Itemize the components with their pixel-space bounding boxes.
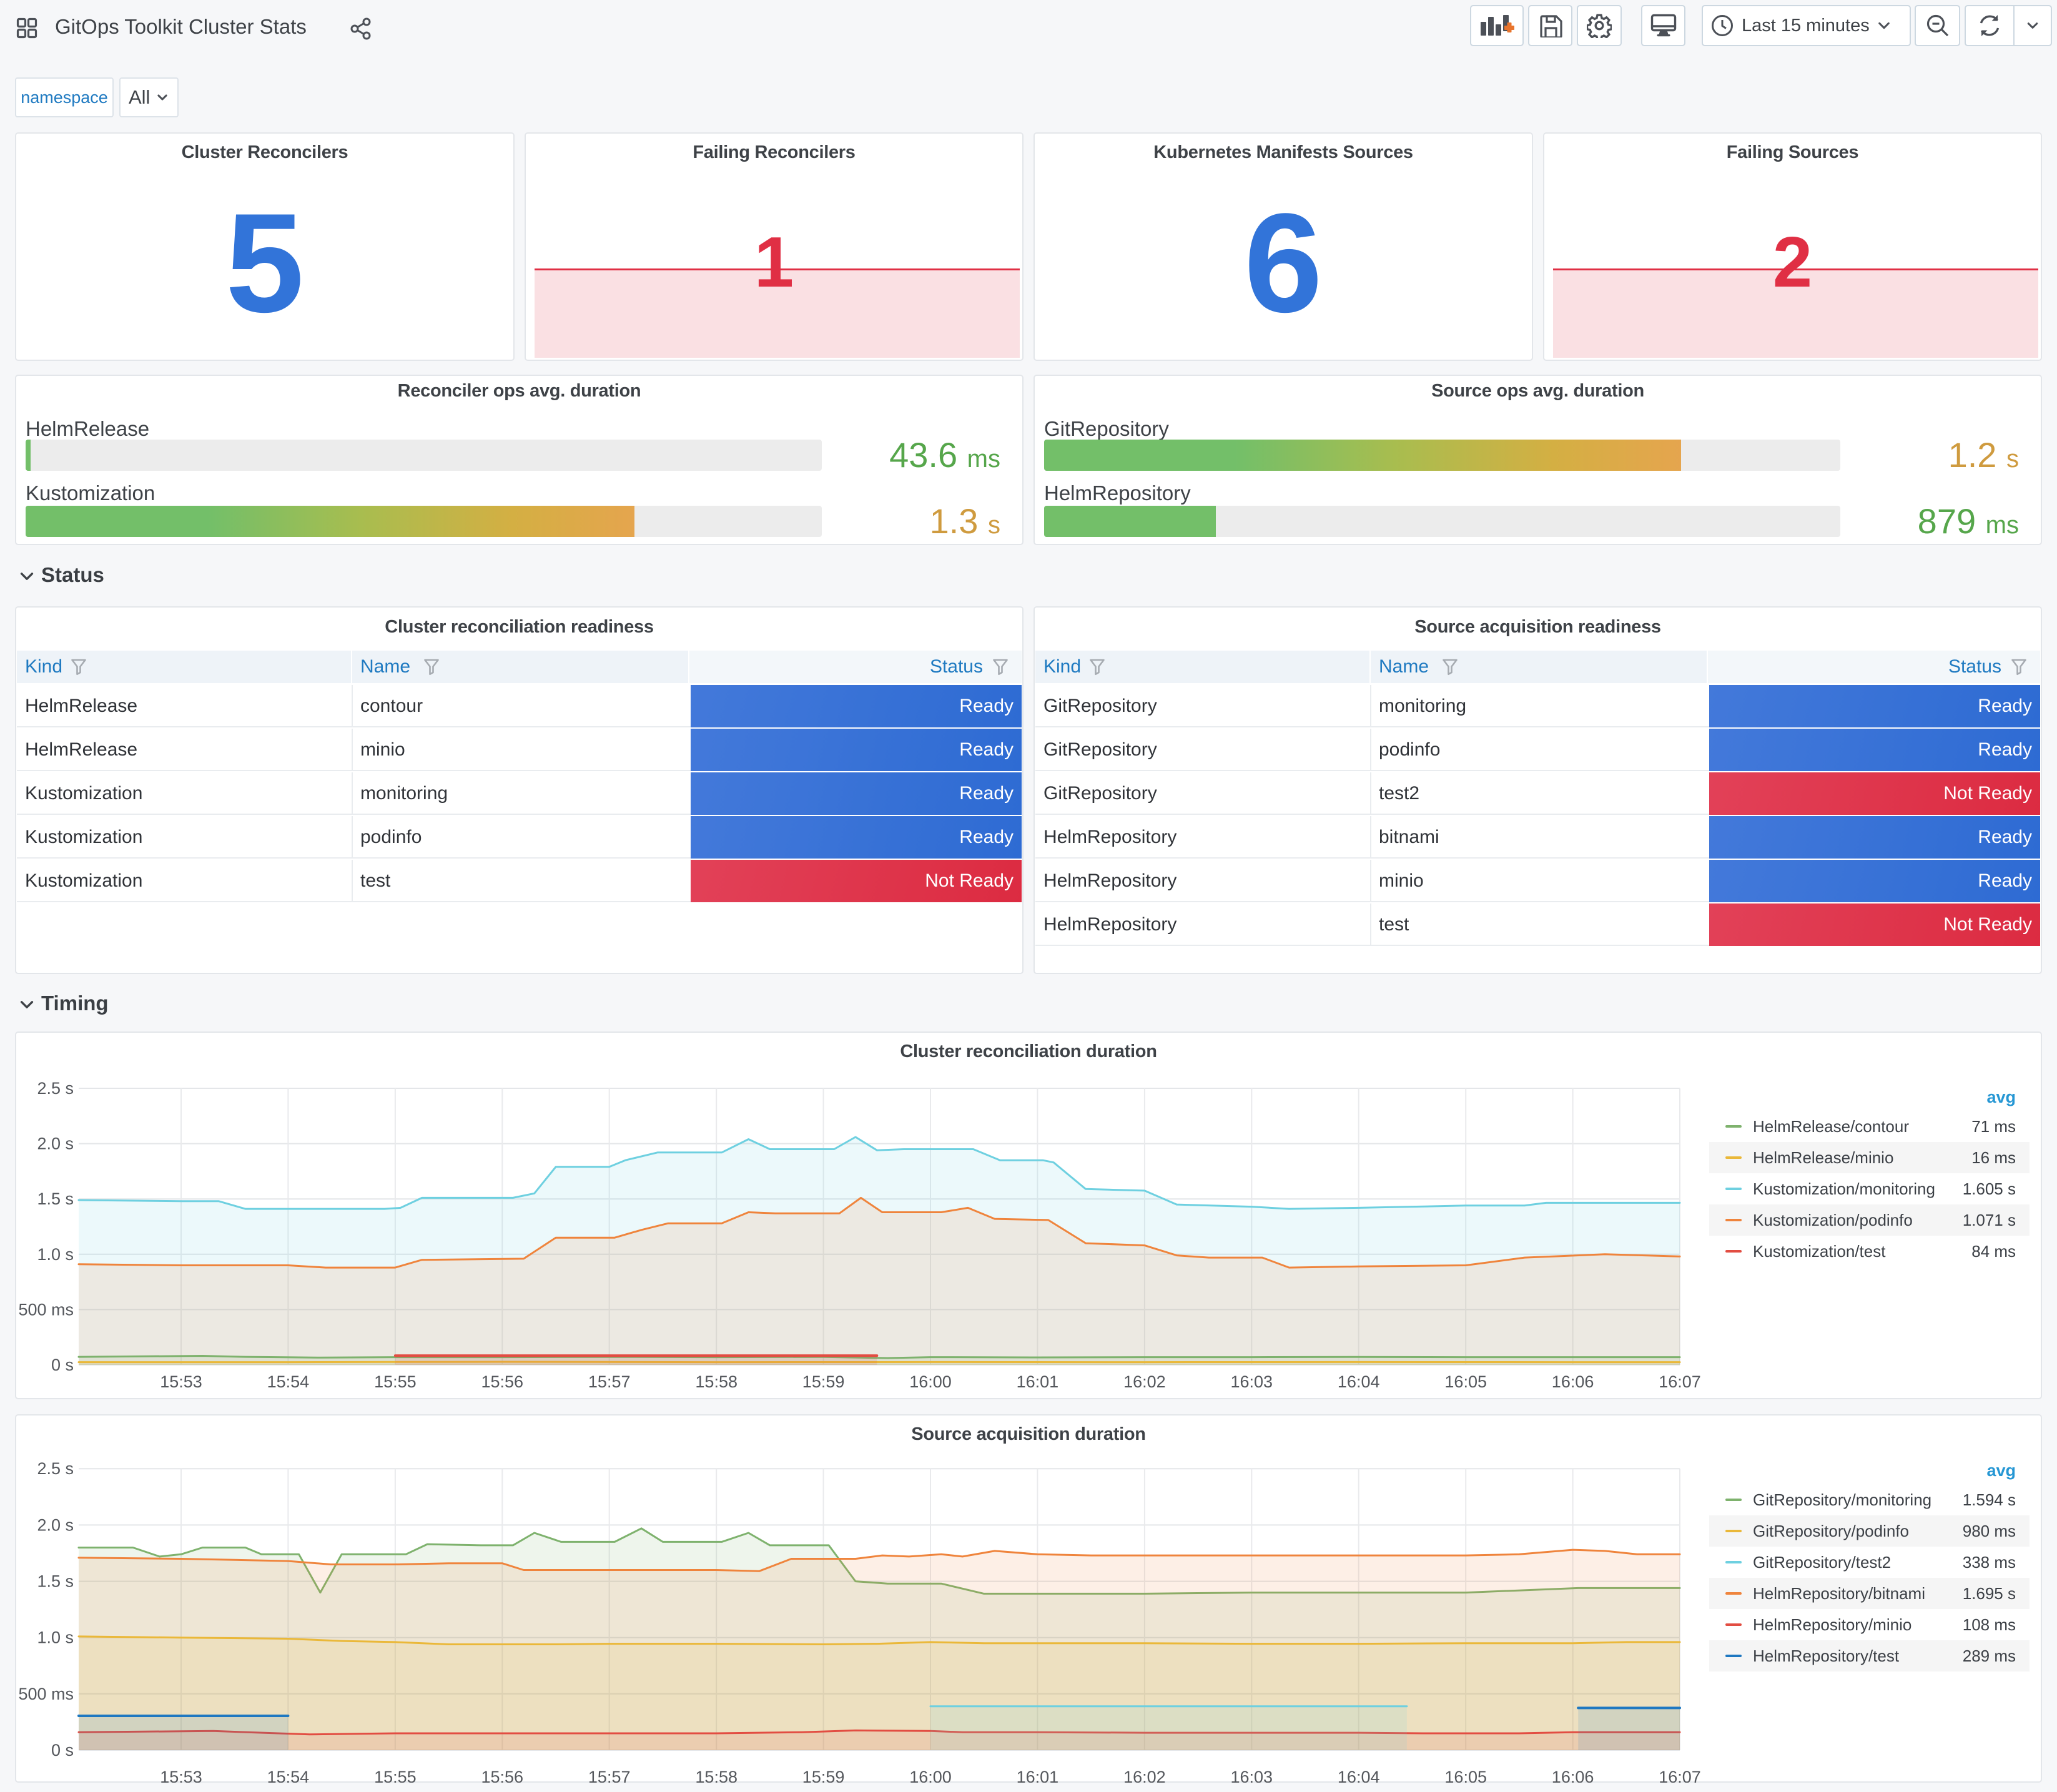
svg-text:16:06: 16:06 xyxy=(1552,1768,1594,1783)
svg-text:16:02: 16:02 xyxy=(1123,1768,1166,1783)
svg-text:16:03: 16:03 xyxy=(1231,1768,1273,1783)
svg-text:16:00: 16:00 xyxy=(909,1372,952,1391)
svg-text:16:07: 16:07 xyxy=(1659,1372,1701,1391)
svg-text:16:04: 16:04 xyxy=(1338,1768,1380,1783)
svg-text:1.0 s: 1.0 s xyxy=(37,1245,74,1264)
svg-text:15:58: 15:58 xyxy=(695,1372,737,1391)
svg-text:2.0 s: 2.0 s xyxy=(37,1135,74,1153)
svg-text:0 s: 0 s xyxy=(51,1356,74,1374)
svg-text:15:57: 15:57 xyxy=(588,1768,631,1783)
svg-text:16:06: 16:06 xyxy=(1552,1372,1594,1391)
svg-text:15:54: 15:54 xyxy=(267,1372,310,1391)
svg-text:15:53: 15:53 xyxy=(160,1372,202,1391)
svg-text:15:57: 15:57 xyxy=(588,1372,631,1391)
svg-text:15:59: 15:59 xyxy=(802,1372,845,1391)
svg-text:15:53: 15:53 xyxy=(160,1768,202,1783)
svg-text:15:56: 15:56 xyxy=(481,1768,524,1783)
svg-text:1.5 s: 1.5 s xyxy=(37,1572,74,1591)
svg-text:2.0 s: 2.0 s xyxy=(37,1515,74,1534)
svg-text:16:03: 16:03 xyxy=(1231,1372,1273,1391)
svg-text:16:01: 16:01 xyxy=(1017,1768,1059,1783)
svg-text:16:04: 16:04 xyxy=(1338,1372,1380,1391)
svg-text:15:55: 15:55 xyxy=(374,1768,417,1783)
svg-text:15:59: 15:59 xyxy=(802,1768,845,1783)
svg-text:500 ms: 500 ms xyxy=(18,1685,74,1703)
svg-text:2.5 s: 2.5 s xyxy=(37,1079,74,1098)
svg-text:15:56: 15:56 xyxy=(481,1372,524,1391)
svg-text:15:58: 15:58 xyxy=(695,1768,737,1783)
svg-text:16:01: 16:01 xyxy=(1017,1372,1059,1391)
svg-text:15:55: 15:55 xyxy=(374,1372,417,1391)
svg-text:15:54: 15:54 xyxy=(267,1768,310,1783)
svg-text:16:05: 16:05 xyxy=(1444,1768,1487,1783)
svg-text:16:05: 16:05 xyxy=(1444,1372,1487,1391)
svg-text:2.5 s: 2.5 s xyxy=(37,1459,74,1478)
svg-text:16:02: 16:02 xyxy=(1123,1372,1166,1391)
svg-text:500 ms: 500 ms xyxy=(18,1300,74,1319)
svg-text:1.5 s: 1.5 s xyxy=(37,1189,74,1208)
svg-text:16:07: 16:07 xyxy=(1659,1768,1701,1783)
svg-text:0 s: 0 s xyxy=(51,1741,74,1760)
svg-text:1.0 s: 1.0 s xyxy=(37,1628,74,1647)
svg-text:16:00: 16:00 xyxy=(909,1768,952,1783)
